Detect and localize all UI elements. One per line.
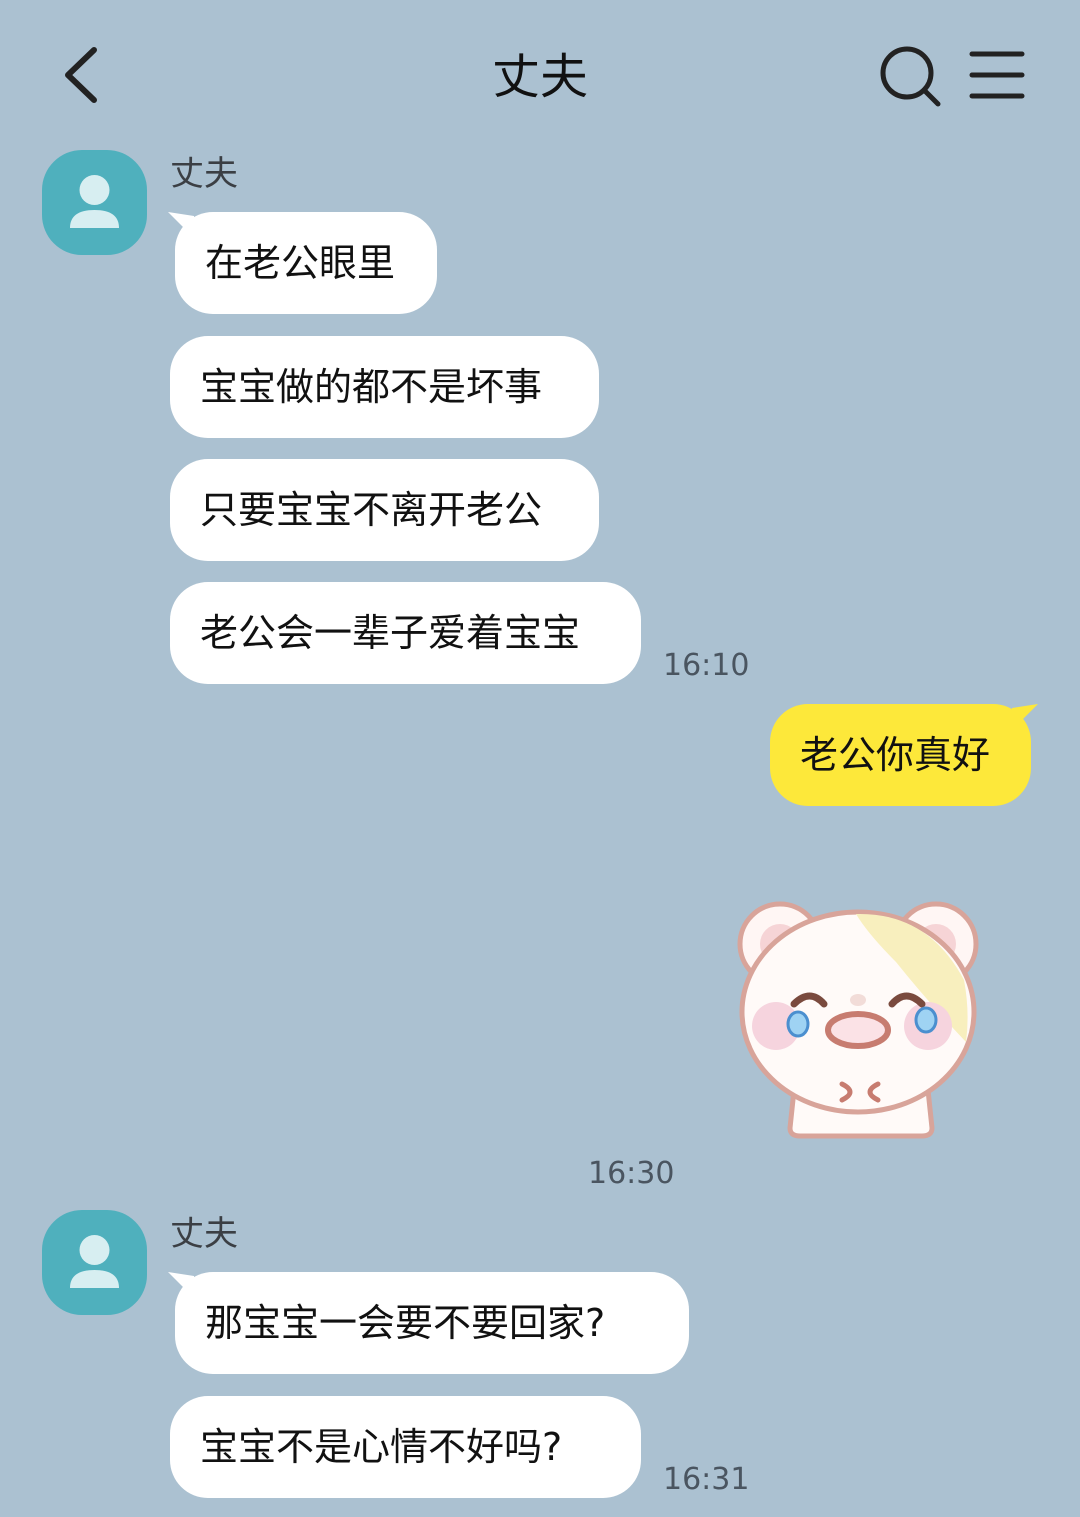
my-message-bubble[interactable]: 老公你真好 <box>770 704 1038 806</box>
person-icon <box>70 1235 119 1288</box>
back-button[interactable] <box>50 40 120 110</box>
message-bubble[interactable]: 只要宝宝不离开老公 <box>170 459 599 561</box>
search-button[interactable] <box>876 42 946 112</box>
menu-icon <box>969 51 1025 99</box>
menu-button[interactable] <box>964 44 1030 110</box>
person-icon <box>70 175 119 228</box>
bear-sticker-icon <box>737 901 979 1139</box>
chat-header: 丈夫 <box>0 0 1080 150</box>
message-text: 只要宝宝不离开老公 <box>200 488 543 532</box>
message-time: 16:10 <box>663 648 750 683</box>
search-icon <box>880 46 941 107</box>
message-bubble[interactable]: 老公会一辈子爱着宝宝 <box>170 582 641 684</box>
avatar[interactable] <box>42 1210 147 1315</box>
bubble-tail <box>168 1272 194 1298</box>
message-text: 那宝宝一会要不要回家? <box>205 1301 606 1345</box>
message-time: 16:31 <box>663 1462 750 1497</box>
sender-name: 丈夫 <box>170 154 238 194</box>
message-text: 老公会一辈子爱着宝宝 <box>200 611 581 655</box>
message-time: 16:30 <box>588 1156 675 1191</box>
message-bubble[interactable]: 那宝宝一会要不要回家? <box>168 1272 689 1374</box>
bubble-tail <box>168 212 194 238</box>
sender-name: 丈夫 <box>170 1214 238 1254</box>
message-bubble[interactable]: 在老公眼里 <box>168 212 437 314</box>
message-text: 老公你真好 <box>800 733 991 777</box>
message-bubble[interactable]: 宝宝不是心情不好吗? <box>170 1396 641 1498</box>
chat-title: 丈夫 <box>491 49 588 105</box>
message-text: 宝宝做的都不是坏事 <box>200 365 543 409</box>
message-text: 宝宝不是心情不好吗? <box>200 1425 563 1469</box>
avatar[interactable] <box>42 150 147 255</box>
crying-bear-sticker[interactable] <box>728 892 988 1142</box>
message-bubble[interactable]: 宝宝做的都不是坏事 <box>170 336 599 438</box>
bubble-tail <box>1012 704 1038 730</box>
chevron-left-icon <box>65 47 97 103</box>
message-text: 在老公眼里 <box>205 241 396 285</box>
